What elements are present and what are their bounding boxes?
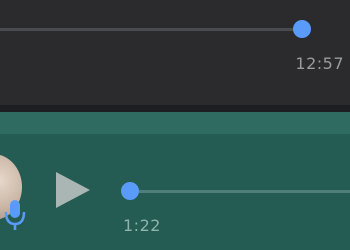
- microphone-icon: [4, 200, 26, 230]
- outgoing-audio-track[interactable]: [130, 190, 350, 193]
- outgoing-audio-duration: 1:22: [123, 216, 161, 235]
- incoming-voice-message: 12:57: [0, 0, 350, 105]
- incoming-audio-track[interactable]: [0, 28, 302, 31]
- incoming-audio-progress: [0, 28, 302, 31]
- incoming-audio-scrubber[interactable]: [293, 20, 311, 38]
- play-button[interactable]: [56, 172, 90, 208]
- outgoing-voice-message: 1:22: [0, 112, 350, 250]
- chat-screen: 12:57 1:22: [0, 0, 350, 250]
- outgoing-audio-scrubber[interactable]: [121, 182, 139, 200]
- bubble-top-band: [0, 112, 350, 134]
- incoming-audio-duration: 12:57: [295, 54, 344, 73]
